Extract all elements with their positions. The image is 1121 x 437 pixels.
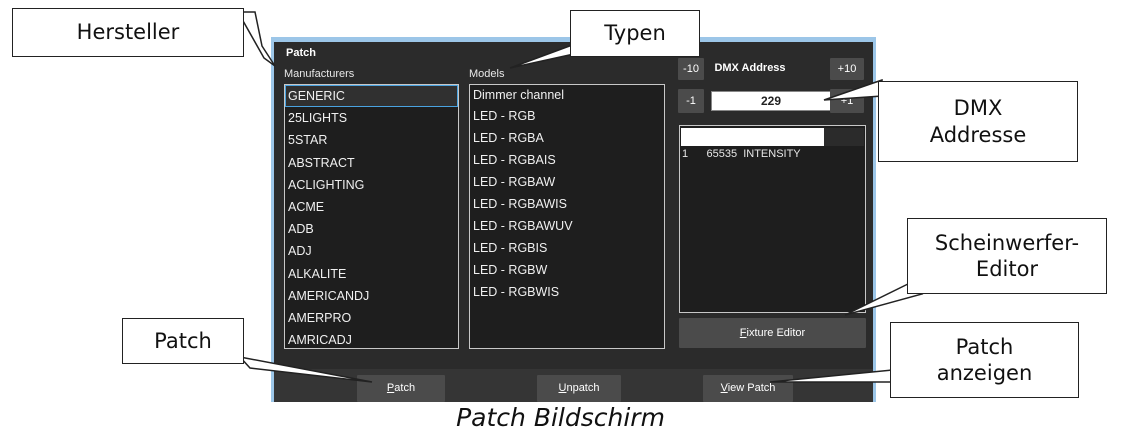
unpatch-button[interactable]: Unpatch [537,375,621,402]
patch-button[interactable]: Patch [357,375,445,402]
callout-patch: Patch [122,318,244,364]
callout-dmx-addresse: DMX Addresse [878,81,1078,162]
dmx-minus1-button[interactable]: -1 [678,89,704,113]
callout-scheinwerfer-line1: Scheinwerfer- [934,230,1080,255]
manufacturer-item[interactable]: AMERPRO [285,307,458,329]
dmx-address-title: DMX Address [714,62,786,74]
manufacturer-item[interactable]: 5STAR [285,129,458,151]
dmx-plus1-button[interactable]: +1 [830,89,864,113]
callout-scheinwerfer-line2: Editor [975,257,1039,281]
bottom-bar: Patch Unpatch View Patch [274,369,873,402]
model-item[interactable]: LED - RGBW [470,259,664,281]
model-item[interactable]: LED - RGBAIS [470,149,664,171]
channel-row: 1 65535 INTENSITY [682,148,801,160]
channel-usage-bar [681,128,864,146]
manufacturers-label: Manufacturers [284,68,355,80]
channel-panel: 1 65535 INTENSITY [679,125,866,313]
fixture-editor-label: ixture Editor [746,327,806,339]
manufacturer-item[interactable]: ALKALITE [285,263,458,285]
model-item[interactable]: LED - RGBAWIS [470,193,664,215]
manufacturer-item[interactable]: 25LIGHTS [285,107,458,129]
callout-patch-anzeigen-line2: anzeigen [936,361,1033,385]
manufacturer-item[interactable]: ABSTRACT [285,152,458,174]
patch-window: Patch Manufacturers Models GENERIC 25LIGH… [271,37,876,402]
dmx-minus10-button[interactable]: -10 [678,58,704,80]
models-label: Models [469,68,505,80]
callout-dmx-line1: DMX [953,96,1003,121]
model-item[interactable]: LED - RGBIS [470,237,664,259]
unpatch-label: npatch [566,382,600,394]
callout-patch-anzeigen-line1: Patch [955,334,1014,359]
callout-scheinwerfer-editor: Scheinwerfer- Editor [907,218,1107,294]
model-item[interactable]: LED - RGB [470,105,664,127]
channel-value: 65535 [706,148,738,160]
view-patch-mnemonic: V [720,382,728,394]
figure-caption: Patch Bildschirm [456,403,665,432]
manufacturer-item[interactable]: ACME [285,196,458,218]
callout-hersteller: Hersteller [12,8,244,57]
model-item[interactable]: LED - RGBWIS [470,281,664,303]
manufacturers-list[interactable]: GENERIC 25LIGHTS 5STAR ABSTRACT ACLIGHTING AC… [284,84,459,349]
manufacturer-item[interactable]: ADB [285,218,458,240]
models-list[interactable]: Dimmer channel LED - RGB LED - RGBA LED - R… [469,84,665,349]
fixture-editor-button[interactable]: Fixture Editor [679,318,866,348]
dmx-address-input[interactable]: 229 [711,91,831,111]
manufacturer-item[interactable]: AMERICANDJ [285,285,458,307]
model-item[interactable]: Dimmer channel [470,85,664,105]
manufacturer-item[interactable]: ACLIGHTING [285,174,458,196]
fixture-editor-mnemonic: F [739,327,747,339]
manufacturer-item[interactable]: AMRICADJ [285,329,458,348]
model-item[interactable]: LED - RGBA [470,127,664,149]
model-item[interactable]: LED - RGBAW [470,171,664,193]
channel-number: 1 [682,148,689,160]
model-item[interactable]: LED - RGBAWUV [470,215,664,237]
callout-dmx-line2: Addresse [929,122,1027,147]
manufacturer-item[interactable]: GENERIC [285,85,458,108]
patch-label: atch [394,382,416,394]
view-patch-button[interactable]: View Patch [703,375,793,402]
window-title: Patch [286,47,316,59]
callout-typen: Typen [570,10,700,57]
callout-patch-anzeigen: Patch anzeigen [890,322,1079,398]
manufacturer-item[interactable]: ADJ [285,240,458,262]
view-patch-label: iew Patch [727,382,776,394]
channel-name: INTENSITY [743,148,801,160]
dmx-plus10-button[interactable]: +10 [830,58,864,80]
